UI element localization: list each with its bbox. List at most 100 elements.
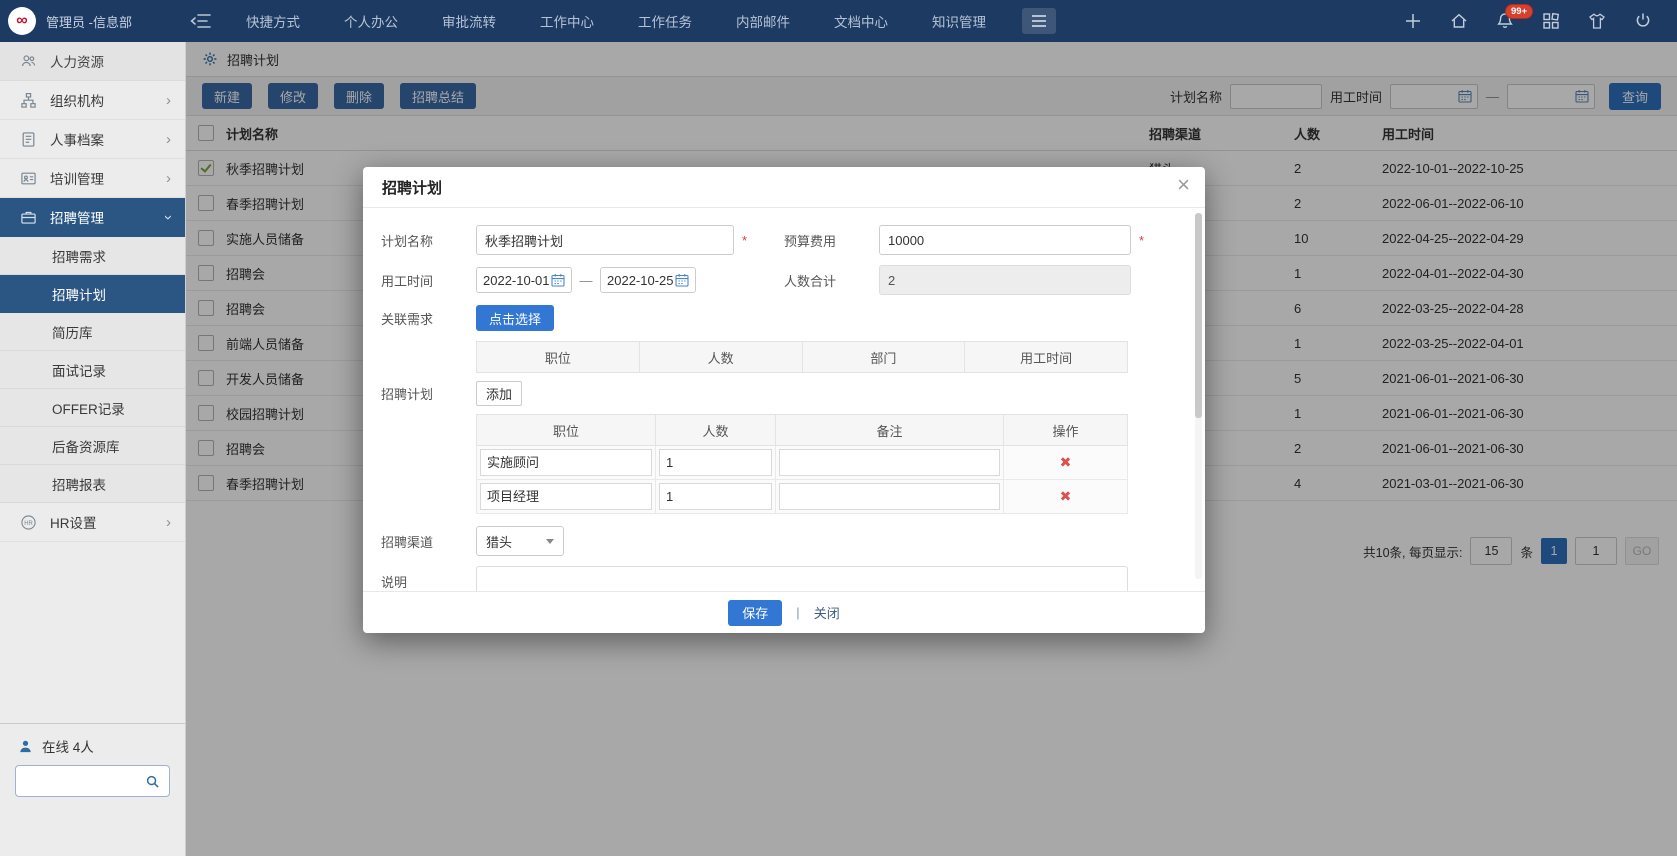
sidebar-item-label: 招聘管理 [50,207,104,227]
briefcase-icon [20,209,37,226]
note-textarea[interactable] [476,566,1128,592]
sidebar-item-组织机构[interactable]: 组织机构› [0,81,185,120]
sidebar-item-招聘管理[interactable]: 招聘管理 › [0,198,185,237]
search-icon[interactable] [145,774,160,789]
related-demand-table: 职位人数部门用工时间 [476,341,1128,373]
sidebar-item-label: 人事档案 [50,129,104,149]
more-menu-button[interactable] [1022,8,1056,34]
channel-select[interactable]: 猎头 [476,526,564,556]
related-col-header: 职位 [477,342,640,373]
channel-label: 招聘渠道 [381,532,476,551]
topbar-menu-item-5[interactable]: 工作任务 [638,11,692,31]
plan-name-label: 计划名称 [381,231,476,250]
sidebar-subitem-招聘报表[interactable]: 招聘报表 [0,465,185,503]
calendar-icon[interactable] [551,273,565,287]
related-col-header: 部门 [802,342,965,373]
plan-position-input[interactable]: 实施顾问 [480,449,652,476]
topbar-menu-item-2[interactable]: 个人办公 [344,11,398,31]
topbar-menu-item-3[interactable]: 审批流转 [442,11,496,31]
apps-grid-icon[interactable] [1541,11,1561,31]
plan-op-cell: ✖ [1004,446,1128,480]
sidebar-item-人事档案[interactable]: 人事档案› [0,120,185,159]
sidebar-subitem-label: OFFER记录 [52,398,125,418]
close-icon[interactable]: × [1177,174,1190,196]
plan-note-cell [776,446,1004,480]
related-col-header: 用工时间 [965,342,1128,373]
sidebar-item-HR设置[interactable]: HR HR设置 › [0,503,185,542]
work-time-from[interactable]: 2022-10-01 [476,267,572,293]
plan-note-cell [776,480,1004,514]
plan-name-input[interactable] [476,225,734,255]
plan-note-input[interactable] [779,483,1000,510]
budget-label: 预算费用 [784,231,879,250]
sidebar-item-label: 培训管理 [50,168,104,188]
sidebar-item-label: 组织机构 [50,90,104,110]
notifications-bell-icon[interactable]: 99+ [1495,11,1515,31]
people-icon [20,53,37,70]
power-icon[interactable] [1633,11,1653,31]
plan-position-cell: 实施顾问 [477,446,656,480]
sidebar-item-label: HR设置 [50,512,97,532]
plan-section-label: 招聘计划 [381,384,476,403]
hr-icon: HR [20,514,37,531]
topbar-menu-item-7[interactable]: 文档中心 [834,11,888,31]
topbar-menu-item-8[interactable]: 知识管理 [932,11,986,31]
plan-table-row: 项目经理 1 ✖ [477,480,1128,514]
plan-count-cell: 1 [656,480,776,514]
total-count-label: 人数合计 [784,271,879,290]
sidebar-subitem-面试记录[interactable]: 面试记录 [0,351,185,389]
plan-position-input[interactable]: 项目经理 [480,483,652,510]
topbar-menu-item-1[interactable]: 快捷方式 [246,11,300,31]
archive-icon [20,131,37,148]
brand-logo-icon[interactable]: ∞ [8,7,36,35]
topbar-menu-item-4[interactable]: 工作中心 [540,11,594,31]
budget-input[interactable] [879,225,1131,255]
required-asterisk: * [1139,233,1149,248]
sidebar: 人力资源 组织机构›人事档案›培训管理›招聘管理›招聘需求招聘计划简历库面试记录… [0,42,186,856]
plan-note-input[interactable] [779,449,1000,476]
work-time-to[interactable]: 2022-10-25 [600,267,696,293]
sidebar-subitem-后备资源库[interactable]: 后备资源库 [0,427,185,465]
work-time-to-value: 2022-10-25 [607,273,674,288]
plan-count-input[interactable]: 1 [659,449,772,476]
new-item-icon[interactable] [1403,11,1423,31]
sidebar-item-培训管理[interactable]: 培训管理 › [0,159,185,198]
modal-scrollbar-thumb[interactable] [1195,213,1202,418]
svg-text:HR: HR [24,521,33,527]
plan-col-header: 操作 [1004,415,1128,446]
close-button[interactable]: 关闭 [814,603,840,622]
pick-related-button[interactable]: 点击选择 [476,305,554,331]
topbar: ∞ 管理员 -信息部 快捷方式 个人办公 审批流转 工作中心 工作任务 内部邮件 文档中心 知… [0,0,1677,42]
save-button[interactable]: 保存 [728,600,782,626]
delete-x-icon[interactable]: ✖ [1060,488,1072,504]
add-row-button[interactable]: 添加 [476,381,522,406]
sidebar-module-title[interactable]: 人力资源 [0,42,185,81]
plan-table: 职位人数备注操作 实施顾问1✖项目经理1✖ [476,414,1128,514]
sidebar-subitem-招聘需求[interactable]: 招聘需求 [0,237,185,275]
notification-badge: 99+ [1505,4,1533,19]
calendar-icon[interactable] [675,273,689,287]
plan-count-input[interactable]: 1 [659,483,772,510]
sidebar-search-input[interactable] [25,773,145,790]
sidebar-subitem-label: 招聘计划 [52,284,106,304]
plan-col-header: 备注 [776,415,1004,446]
chevron-right-icon: › [166,171,171,186]
theme-shirt-icon[interactable] [1587,11,1607,31]
recruitment-plan-modal: 招聘计划 × 计划名称 * 预算费用 * 用工时间 2022-10-01 [363,167,1205,633]
topbar-menu-item-6[interactable]: 内部邮件 [736,11,790,31]
date-range-separator: — [572,273,600,288]
home-icon[interactable] [1449,11,1469,31]
chevron-down-icon: › [161,215,176,220]
current-user[interactable]: 管理员 -信息部 [46,12,132,31]
chevron-right-icon: › [166,515,171,530]
collapse-menu-icon[interactable] [190,12,212,30]
online-user-icon [18,739,33,754]
sidebar-subitem-label: 后备资源库 [52,436,120,456]
sidebar-subitem-招聘计划[interactable]: 招聘计划 [0,275,185,313]
sidebar-subitem-简历库[interactable]: 简历库 [0,313,185,351]
related-col-header: 人数 [639,342,802,373]
plan-table-row: 实施顾问 1 ✖ [477,446,1128,480]
note-label: 说明 [381,572,476,591]
delete-x-icon[interactable]: ✖ [1060,454,1072,470]
sidebar-subitem-OFFER记录[interactable]: OFFER记录 [0,389,185,427]
